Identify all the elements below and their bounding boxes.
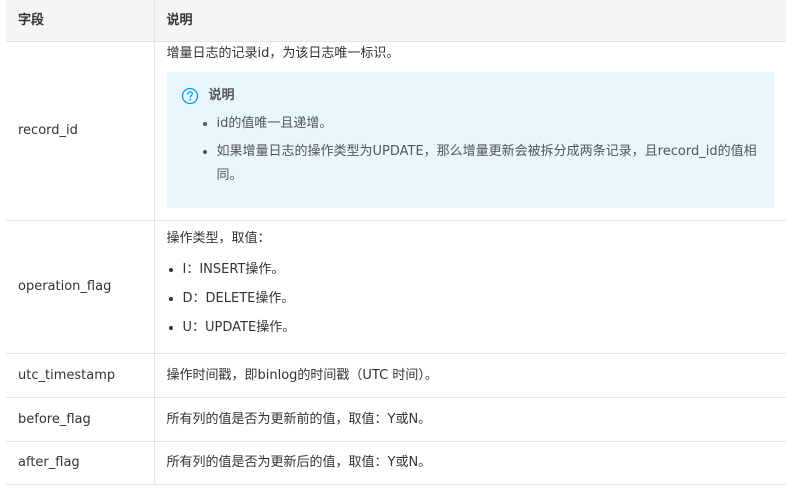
table-row-utc-timestamp: utc_timestamp 操作时间戳，即binlog的时间戳（UTC 时间）。 (6, 353, 786, 398)
table-header-row: 字段 说明 (6, 0, 786, 42)
header-description: 说明 (154, 0, 786, 42)
description-operation-flag: 操作类型，取值： (166, 230, 271, 246)
table-row-after-flag: after_flag 所有列的值是否为更新后的值，取值：Y或N。 (6, 441, 786, 485)
question-circle-icon (181, 87, 199, 105)
note-box: 说明 id的值唯一且递增。 如果增量日志的操作类型为UPDATE，那么增量更新会… (166, 72, 774, 208)
description-after-flag: 所有列的值是否为更新后的值，取值：Y或N。 (154, 441, 786, 485)
table-row-operation-flag: operation_flag 操作类型，取值： I：INSERT操作。 D：DE… (6, 220, 786, 354)
field-description-table: 字段 说明 record_id 增量日志的记录id，为该日志唯一标识。 说明 •… (6, 0, 786, 485)
field-name-record-id: record_id (6, 41, 155, 221)
description-record-id: 增量日志的记录id，为该日志唯一标识。 (166, 46, 400, 61)
table-row-record-id: record_id 增量日志的记录id，为该日志唯一标识。 说明 • id的值唯… (6, 41, 786, 221)
description-cell-record-id: 增量日志的记录id，为该日志唯一标识。 说明 id的值 (154, 41, 786, 221)
field-name-operation-flag: operation_flag (6, 220, 155, 354)
option-item: U：UPDATE操作。 (183, 313, 775, 342)
note-item: id的值唯一且递增。 (217, 112, 761, 136)
option-item: I：INSERT操作。 (183, 255, 775, 284)
table-row-before-flag: before_flag 所有列的值是否为更新前的值，取值：Y或N。 (6, 397, 786, 442)
option-item: D：DELETE操作。 (183, 284, 775, 313)
note-title: 说明 (208, 88, 235, 103)
field-name-before-flag: before_flag (6, 397, 155, 442)
note-header: 说明 (181, 86, 761, 106)
description-cell-operation-flag: 操作类型，取值： I：INSERT操作。 D：DELETE操作。 U：UPDAT… (154, 220, 786, 354)
note-item: 如果增量日志的操作类型为UPDATE，那么增量更新会被拆分成两条记录，且reco… (217, 140, 761, 188)
operation-options-list: I：INSERT操作。 D：DELETE操作。 U：UPDATE操作。 (167, 255, 775, 342)
field-name-utc-timestamp: utc_timestamp (6, 353, 155, 398)
description-utc-timestamp: 操作时间戳，即binlog的时间戳（UTC 时间）。 (154, 353, 786, 398)
note-list: id的值唯一且递增。 如果增量日志的操作类型为UPDATE，那么增量更新会被拆分… (181, 112, 761, 188)
header-field: 字段 (6, 0, 155, 42)
description-before-flag: 所有列的值是否为更新前的值，取值：Y或N。 (154, 397, 786, 442)
field-name-after-flag: after_flag (6, 441, 155, 485)
